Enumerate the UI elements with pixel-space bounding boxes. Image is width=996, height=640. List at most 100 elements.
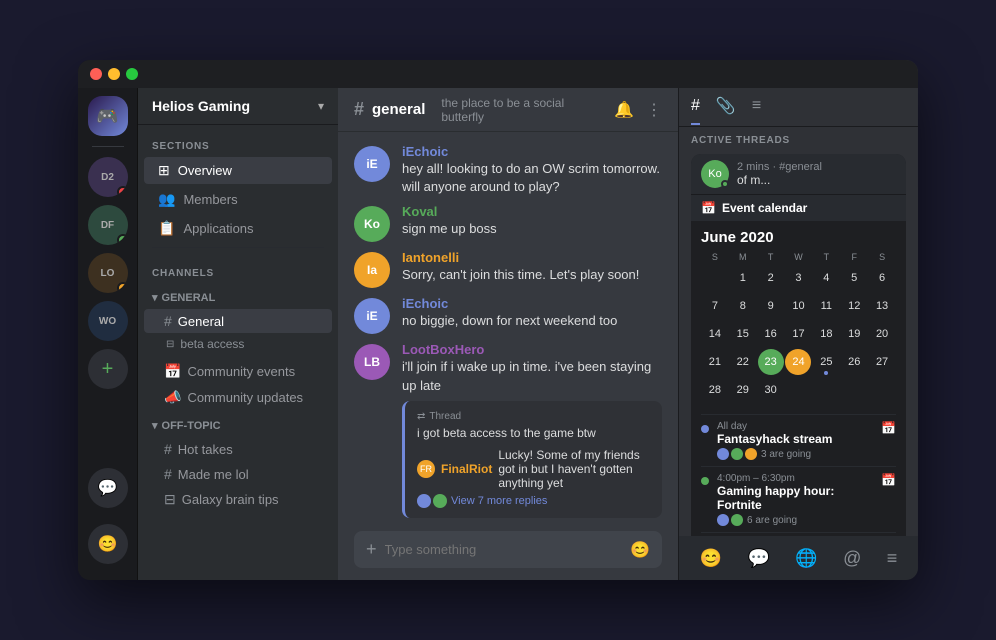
thread-reply: FR FinalRiot Lucky! Some of my friends g… bbox=[417, 448, 650, 490]
cal-day-30[interactable]: 30 bbox=[758, 377, 784, 403]
server-icon-df[interactable]: DF bbox=[88, 205, 128, 245]
channel-item-community-events[interactable]: 📅 Community events bbox=[144, 359, 332, 384]
cal-day-3[interactable]: 3 bbox=[785, 265, 811, 291]
channel-item-general[interactable]: # General bbox=[144, 309, 332, 333]
thread-label-text: Thread bbox=[429, 411, 461, 422]
server-header[interactable]: Helios Gaming ▾ bbox=[138, 88, 338, 125]
cal-day-24[interactable]: 24 bbox=[785, 349, 811, 375]
channel-item-community-updates[interactable]: 📣 Community updates bbox=[144, 385, 332, 410]
event-cal-icon-2[interactable]: 📅 bbox=[881, 473, 896, 487]
cal-day-8[interactable]: 8 bbox=[730, 293, 756, 319]
cal-day-20[interactable]: 20 bbox=[869, 321, 895, 347]
message-4: iE iEchoic no biggie, down for next week… bbox=[338, 292, 678, 338]
cal-day-16[interactable]: 16 bbox=[758, 321, 784, 347]
calendar-header: 📅 Event calendar bbox=[691, 195, 906, 221]
cal-day-10[interactable]: 10 bbox=[785, 293, 811, 319]
cal-empty-1 bbox=[702, 265, 728, 291]
rp-mention-icon[interactable]: @ bbox=[843, 548, 861, 569]
cal-day-19[interactable]: 19 bbox=[841, 321, 867, 347]
cal-day-13[interactable]: 13 bbox=[869, 293, 895, 319]
event-going-text-1: 3 are going bbox=[761, 449, 811, 460]
event-item-3: 7:00pm – 7:30pm Off-mic hang 📅 bbox=[701, 532, 896, 536]
cal-day-5[interactable]: 5 bbox=[841, 265, 867, 291]
cal-day-27[interactable]: 27 bbox=[869, 349, 895, 375]
msg-text-2: sign me up boss bbox=[402, 220, 662, 238]
announce-icon: 📣 bbox=[164, 389, 181, 406]
sidebar-item-applications[interactable]: 📋 Applications bbox=[144, 215, 332, 242]
sidebar-item-members[interactable]: 👥 Members bbox=[144, 186, 332, 213]
cal-day-11[interactable]: 11 bbox=[813, 293, 839, 319]
cal-day-17[interactable]: 17 bbox=[785, 321, 811, 347]
chat-channel-name: general bbox=[372, 101, 425, 118]
cal-day-28[interactable]: 28 bbox=[702, 377, 728, 403]
msg-username-iantonelli: Iantonelli bbox=[402, 250, 459, 265]
sidebar-item-overview[interactable]: ⊞ Overview bbox=[144, 157, 332, 184]
message-2: Ko Koval sign me up boss bbox=[338, 200, 678, 246]
event-cal-icon-1[interactable]: 📅 bbox=[881, 421, 896, 435]
channel-label-community-updates: Community updates bbox=[187, 390, 303, 405]
server-name: Helios Gaming bbox=[152, 98, 250, 114]
cal-day-25[interactable]: 25 bbox=[813, 349, 839, 375]
channel-item-galaxy-brain[interactable]: ⊟ Galaxy brain tips bbox=[144, 487, 332, 512]
channel-group-header-general[interactable]: ▾ General bbox=[138, 287, 338, 308]
channel-item-made-me-lol[interactable]: # Made me lol bbox=[144, 462, 332, 486]
user-settings-icon[interactable]: 😊 bbox=[88, 524, 128, 564]
bell-icon[interactable]: 🔔 bbox=[614, 100, 634, 120]
chat-input[interactable] bbox=[385, 542, 623, 557]
msg-header-1: iEchoic bbox=[402, 144, 662, 159]
chat-header: # general the place to be a social butte… bbox=[338, 88, 678, 132]
cal-day-4[interactable]: 4 bbox=[813, 265, 839, 291]
thread-reply-avatar: FR bbox=[417, 460, 435, 478]
server-icon-helios[interactable]: 🎮 bbox=[88, 96, 128, 136]
server-icon-wo[interactable]: WO bbox=[88, 301, 128, 341]
rp-emoji-icon[interactable]: 😊 bbox=[700, 548, 722, 569]
cal-day-14[interactable]: 14 bbox=[702, 321, 728, 347]
channel-item-hot-takes[interactable]: # Hot takes bbox=[144, 437, 332, 461]
going-avatars-1 bbox=[717, 448, 757, 460]
cal-day-9[interactable]: 9 bbox=[758, 293, 784, 319]
cal-day-22[interactable]: 22 bbox=[730, 349, 756, 375]
calendar-days-header: S M T W T F S bbox=[701, 250, 896, 264]
add-server-button[interactable]: + bbox=[88, 349, 128, 389]
channel-group-header-offtopic[interactable]: ▾ Off-topic bbox=[138, 415, 338, 436]
cal-day-23[interactable]: 23 bbox=[758, 349, 784, 375]
input-plus-icon[interactable]: + bbox=[366, 539, 377, 560]
cal-day-1[interactable]: 1 bbox=[730, 265, 756, 291]
cal-day-6[interactable]: 6 bbox=[869, 265, 895, 291]
server-icon-d2[interactable]: D2 bbox=[88, 157, 128, 197]
thread-content: i got beta access to the game btw bbox=[417, 426, 650, 440]
server-icon-lo[interactable]: LO bbox=[88, 253, 128, 293]
avatar-iechoic: iE bbox=[354, 146, 390, 182]
cal-day-21[interactable]: 21 bbox=[702, 349, 728, 375]
channel-item-beta-access[interactable]: ⊟ beta access bbox=[138, 334, 338, 354]
day-label-w: W bbox=[785, 250, 813, 264]
cal-day-12[interactable]: 12 bbox=[841, 293, 867, 319]
main-chat: # general the place to be a social butte… bbox=[338, 60, 678, 580]
cal-day-18[interactable]: 18 bbox=[813, 321, 839, 347]
tab-pins[interactable]: 📎 bbox=[716, 96, 736, 126]
rp-menu-icon[interactable]: ≡ bbox=[887, 548, 898, 569]
right-panel-tabs: # 📎 ≡ bbox=[679, 88, 918, 127]
tab-threads[interactable]: # bbox=[691, 97, 700, 125]
minimize-button[interactable] bbox=[108, 68, 120, 80]
rp-globe-icon[interactable]: 🌐 bbox=[795, 548, 817, 569]
cal-day-29[interactable]: 29 bbox=[730, 377, 756, 403]
close-button[interactable] bbox=[90, 68, 102, 80]
event-going-text-2: 6 are going bbox=[747, 515, 797, 526]
event-going-2: 6 are going bbox=[717, 514, 873, 526]
maximize-button[interactable] bbox=[126, 68, 138, 80]
cal-day-15[interactable]: 15 bbox=[730, 321, 756, 347]
emoji-icon[interactable]: 😊 bbox=[630, 540, 650, 560]
rp-chat-icon[interactable]: 💬 bbox=[747, 548, 769, 569]
event-going-1: 3 are going bbox=[717, 448, 873, 460]
cal-day-26[interactable]: 26 bbox=[841, 349, 867, 375]
view-replies-button[interactable]: View 7 more replies bbox=[417, 494, 650, 508]
channels-label: Channels bbox=[138, 252, 338, 283]
cal-day-2[interactable]: 2 bbox=[758, 265, 784, 291]
cal-day-7[interactable]: 7 bbox=[702, 293, 728, 319]
more-options-icon[interactable]: ⋮ bbox=[646, 100, 662, 120]
dm-icon[interactable]: 💬 bbox=[88, 468, 128, 508]
tab-members[interactable]: ≡ bbox=[752, 97, 761, 125]
calendar-grid: S M T W T F S 1 2 3 4 bbox=[691, 250, 906, 410]
traffic-lights bbox=[90, 68, 138, 80]
